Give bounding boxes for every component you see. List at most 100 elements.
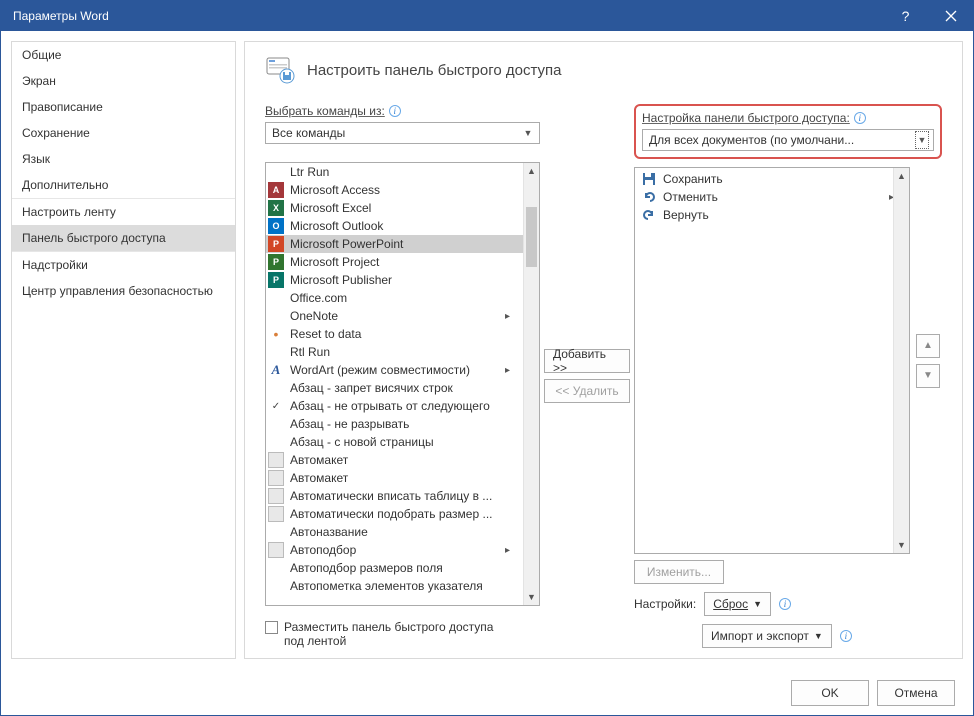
command-item[interactable]: Автомакет — [266, 451, 523, 469]
sidebar-item-display[interactable]: Экран — [12, 68, 235, 94]
command-item[interactable]: Ltr Run — [266, 163, 523, 181]
sidebar-item-trust-center[interactable]: Центр управления безопасностью — [12, 278, 235, 304]
command-item[interactable]: X Microsoft Excel — [266, 199, 523, 217]
command-item[interactable]: Автоматически вписать таблицу в ... — [266, 487, 523, 505]
sidebar-item-quick-access[interactable]: Панель быстрого доступа — [12, 225, 235, 252]
chevron-down-icon: ▼ — [521, 128, 535, 138]
dialog-footer: OK Отмена — [1, 669, 973, 715]
command-item[interactable]: AMicrosoft Access — [266, 181, 523, 199]
sidebar-item-save[interactable]: Сохранение — [12, 120, 235, 146]
command-item[interactable]: Абзац - с новой страницы — [266, 433, 523, 451]
info-icon[interactable]: i — [779, 598, 791, 610]
command-item[interactable]: Абзац - запрет висячих строк — [266, 379, 523, 397]
scrollbar[interactable]: ▲ ▼ — [893, 168, 909, 553]
remove-button[interactable]: << Удалить — [544, 379, 630, 403]
command-label: Автоподбор размеров поля — [290, 561, 505, 575]
command-item[interactable]: PMicrosoft Publisher — [266, 271, 523, 289]
app-icon — [268, 434, 284, 450]
command-label: Абзац - с новой страницы — [290, 435, 505, 449]
command-label: Автоматически подобрать размер ... — [290, 507, 505, 521]
qat-item[interactable]: Сохранить — [635, 170, 909, 188]
qat-item-label: Сохранить — [663, 172, 889, 186]
command-item[interactable]: Rtl Run — [266, 343, 523, 361]
scroll-down-icon[interactable]: ▼ — [524, 589, 539, 605]
qat-listbox[interactable]: Сохранить Отменить▸Вернуть ▲ ▼ — [634, 167, 910, 554]
command-item[interactable]: OneNote▸ — [266, 307, 523, 325]
scroll-up-icon[interactable]: ▲ — [524, 163, 539, 179]
command-label: Ltr Run — [290, 165, 505, 179]
app-icon: X — [268, 200, 284, 216]
commands-listbox[interactable]: Ltr Run AMicrosoft AccessX Microsoft Excel… — [265, 162, 540, 606]
reset-button[interactable]: Сброс▼ — [704, 592, 771, 616]
command-item[interactable]: Автоматически подобрать размер ... — [266, 505, 523, 523]
qat-item[interactable]: Отменить▸ — [635, 188, 909, 206]
sidebar-item-customize-ribbon[interactable]: Настроить ленту — [12, 199, 235, 225]
redo-icon — [641, 207, 657, 223]
info-icon[interactable]: i — [854, 112, 866, 124]
titlebar: Параметры Word ? — [1, 1, 973, 31]
settings-label: Настройки: — [634, 597, 696, 611]
app-icon — [268, 488, 284, 504]
sidebar-item-advanced[interactable]: Дополнительно — [12, 172, 235, 199]
command-item[interactable]: AWordArt (режим совместимости)▸ — [266, 361, 523, 379]
command-item[interactable]: Автомакет — [266, 469, 523, 487]
sidebar-item-addins[interactable]: Надстройки — [12, 252, 235, 278]
sidebar-item-proofing[interactable]: Правописание — [12, 94, 235, 120]
app-icon — [268, 506, 284, 522]
sidebar-item-language[interactable]: Язык — [12, 146, 235, 172]
scroll-down-icon[interactable]: ▼ — [894, 537, 909, 553]
submenu-icon: ▸ — [505, 545, 519, 556]
qat-item[interactable]: Вернуть — [635, 206, 909, 224]
command-label: Reset to data — [290, 327, 505, 341]
command-label: Microsoft Access — [290, 183, 505, 197]
customize-qat-dropdown[interactable]: Для всех документов (по умолчани... ▼ — [642, 129, 934, 151]
command-item[interactable]: Office.com — [266, 289, 523, 307]
app-icon — [268, 578, 284, 594]
command-label: Microsoft Excel — [290, 201, 505, 215]
modify-button[interactable]: Изменить... — [634, 560, 724, 584]
sidebar-item-general[interactable]: Общие — [12, 42, 235, 68]
move-up-button[interactable]: ▲ — [916, 334, 940, 358]
app-icon — [268, 344, 284, 360]
command-item[interactable]: Автоназвание — [266, 523, 523, 541]
command-label: Microsoft Project — [290, 255, 505, 269]
scroll-up-icon[interactable]: ▲ — [894, 168, 909, 184]
help-button[interactable]: ? — [883, 1, 928, 31]
save-icon — [641, 171, 657, 187]
choose-commands-dropdown[interactable]: Все команды ▼ — [265, 122, 540, 144]
qat-item-label: Отменить — [663, 190, 889, 204]
customize-qat-label: Настройка панели быстрого доступа: i — [642, 111, 934, 125]
app-icon: O — [268, 218, 284, 234]
app-icon — [268, 452, 284, 468]
add-button[interactable]: Добавить >> — [544, 349, 630, 373]
command-item[interactable]: • Reset to data — [266, 325, 523, 343]
info-icon[interactable]: i — [840, 630, 852, 642]
command-label: Microsoft PowerPoint — [290, 237, 505, 251]
app-icon: • — [268, 326, 284, 342]
command-label: Microsoft Outlook — [290, 219, 505, 233]
command-item[interactable]: ✓Абзац - не отрывать от следующего — [266, 397, 523, 415]
command-item[interactable]: O Microsoft Outlook — [266, 217, 523, 235]
command-item[interactable]: Абзац - не разрывать — [266, 415, 523, 433]
command-label: Автопометка элементов указателя — [290, 579, 505, 593]
move-down-button[interactable]: ▼ — [916, 364, 940, 388]
scrollbar[interactable]: ▲ ▼ — [523, 163, 539, 605]
page-title: Настроить панель быстрого доступа — [307, 62, 561, 79]
command-label: Автоматически вписать таблицу в ... — [290, 489, 505, 503]
cancel-button[interactable]: Отмена — [877, 680, 955, 706]
app-icon — [268, 308, 284, 324]
scroll-thumb[interactable] — [526, 207, 537, 267]
command-item[interactable]: PMicrosoft PowerPoint — [266, 235, 523, 253]
command-item[interactable]: Автоподбор▸ — [266, 541, 523, 559]
app-icon — [268, 560, 284, 576]
command-item[interactable]: Автоподбор размеров поля — [266, 559, 523, 577]
ok-button[interactable]: OK — [791, 680, 869, 706]
command-item[interactable]: PMicrosoft Project — [266, 253, 523, 271]
info-icon[interactable]: i — [389, 105, 401, 117]
import-export-button[interactable]: Импорт и экспорт▼ — [702, 624, 832, 648]
command-item[interactable]: Автопометка элементов указателя — [266, 577, 523, 595]
close-button[interactable] — [928, 1, 973, 31]
app-icon — [268, 470, 284, 486]
show-below-ribbon-checkbox[interactable] — [265, 621, 278, 634]
command-label: Автомакет — [290, 471, 505, 485]
